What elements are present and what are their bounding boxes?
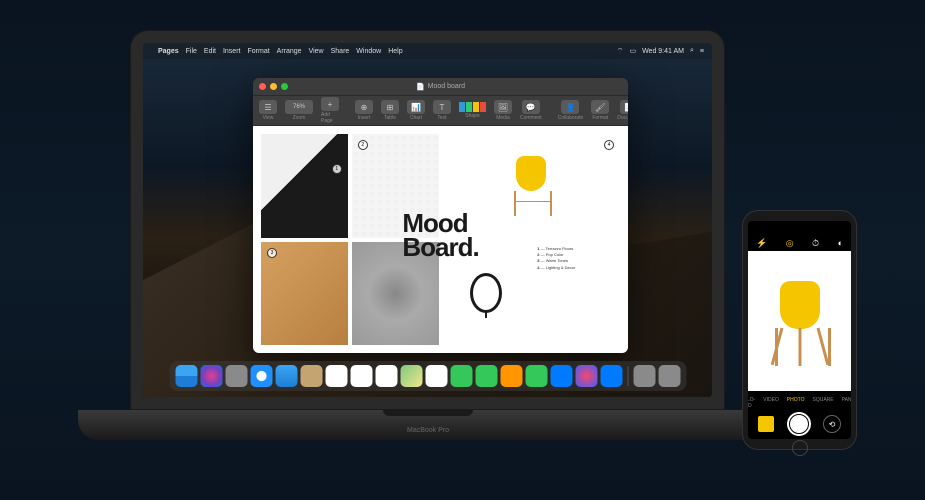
dock-icon-safari[interactable] [250,365,272,387]
macbook-screen: Pages File Edit Insert Format Arrange Vi… [143,43,712,397]
macbook-base: MacBook Pro [78,410,778,440]
dock-icon-maps[interactable] [400,365,422,387]
dock-separator [627,366,628,386]
dock-icon-siri[interactable] [200,365,222,387]
shutter-button[interactable] [787,412,811,436]
camera-top-controls: ⚡ ◎ ⏱ ◐ [748,235,851,251]
dock-icon-photos[interactable] [425,365,447,387]
dock-icon-preferences[interactable] [633,365,655,387]
menubar-clock[interactable]: Wed 9:41 AM [642,48,684,55]
tool-zoom[interactable]: 76%Zoom [285,100,313,121]
mode-video[interactable]: VIDEO [763,397,779,409]
iphone-screen: ⚡ ◎ ⏱ ◐ SLO-MO VIDEO PHOTO SQUARE PANO ⟲ [748,221,851,439]
mode-slomo[interactable]: SLO-MO [748,397,755,409]
dock-icon-pages[interactable] [500,365,522,387]
dock-icon-appstore[interactable] [600,365,622,387]
menubar-item-share[interactable]: Share [331,48,350,55]
legend-row: 4 — Lighting & Decor [537,265,616,271]
camera-modes[interactable]: SLO-MO VIDEO PHOTO SQUARE PANO [748,397,851,409]
macbook-label: MacBook Pro [407,427,449,434]
callout-1: 1 [332,164,342,174]
document-heading[interactable]: MoodBoard. [402,212,478,259]
tool-document[interactable]: 📄Document [617,100,628,121]
dock-icon-notes[interactable] [350,365,372,387]
dock-icon-mail[interactable] [275,365,297,387]
dock-icon-itunes[interactable] [575,365,597,387]
dock-icon-contacts[interactable] [300,365,322,387]
tool-add-page[interactable]: +Add Page [321,97,339,124]
callout-3: 3 [267,248,277,258]
tool-chart[interactable]: 📊Chart [407,100,425,121]
battery-icon[interactable]: ▭ [629,47,636,55]
home-button[interactable] [792,440,808,456]
camera-flip-button[interactable]: ⟲ [823,415,841,433]
dock-icon-launchpad[interactable] [225,365,247,387]
dock-icon-reminders[interactable] [375,365,397,387]
tile-black-chair[interactable]: 1 [261,134,348,238]
timer-icon[interactable]: ⏱ [812,238,819,249]
menubar-item-format[interactable]: Format [247,48,269,55]
close-button[interactable] [259,83,266,90]
traffic-lights [259,83,288,90]
dock-icon-keynote[interactable] [550,365,572,387]
tool-collaborate[interactable]: 👤Collaborate [558,100,584,121]
tool-media[interactable]: 🖼Media [494,100,512,121]
spotlight-icon[interactable]: ⌕ [690,47,694,55]
mode-photo[interactable]: PHOTO [787,397,805,409]
tool-table[interactable]: ⊞Table [381,100,399,121]
menubar-status: ⌔ ▭ Wed 9:41 AM ⌕ ≡ [617,47,704,56]
viewfinder-subject [765,276,835,366]
pages-toolbar: ☰View 76%Zoom +Add Page ⊕Insert ⊞Table 📊… [253,96,628,126]
tile-legend[interactable]: 1 — Terrazzo Floors 2 — Pop Color 3 — Wa… [533,242,620,346]
menubar-item-help[interactable]: Help [388,48,402,55]
dock-icon-facetime[interactable] [475,365,497,387]
dock [169,361,686,391]
tool-shape[interactable]: Shape [459,102,486,119]
live-photo-icon[interactable]: ◎ [786,238,794,249]
camera-bottom-controls: ⟲ [748,409,851,439]
minimize-button[interactable] [270,83,277,90]
dock-icon-trash[interactable] [658,365,680,387]
menubar-item-file[interactable]: File [186,48,197,55]
mode-pano[interactable]: PANO [842,397,851,409]
menubar: Pages File Edit Insert Format Arrange Vi… [143,43,712,59]
dock-icon-calendar[interactable] [325,365,347,387]
iphone: ⚡ ◎ ⏱ ◐ SLO-MO VIDEO PHOTO SQUARE PANO ⟲ [742,210,857,450]
notification-center-icon[interactable]: ≡ [700,48,704,55]
window-titlebar[interactable]: Mood board [253,78,628,96]
callout-4: 4 [604,140,614,150]
tool-comment[interactable]: 💬Comment [520,100,542,121]
macbook: Pages File Edit Insert Format Arrange Vi… [130,30,725,450]
dock-icon-messages[interactable] [450,365,472,387]
macbook-bezel: Pages File Edit Insert Format Arrange Vi… [130,30,725,410]
pages-window[interactable]: Mood board ☰View 76%Zoom +Add Page ⊕Inse… [253,78,628,353]
callout-2: 2 [358,140,368,150]
mirror-image [470,273,502,313]
tile-leather-sofa[interactable]: 3 [261,242,348,346]
dock-icon-finder[interactable] [175,365,197,387]
menubar-app[interactable]: Pages [158,48,179,55]
zoom-button[interactable] [281,83,288,90]
filters-icon[interactable]: ◐ [838,238,843,248]
menubar-item-view[interactable]: View [309,48,324,55]
flash-icon[interactable]: ⚡ [756,238,767,249]
menubar-item-window[interactable]: Window [356,48,381,55]
tool-format[interactable]: 🖌Format [591,100,609,121]
tool-view[interactable]: ☰View [259,100,277,121]
menubar-item-insert[interactable]: Insert [223,48,241,55]
menubar-item-arrange[interactable]: Arrange [277,48,302,55]
menubar-item-edit[interactable]: Edit [204,48,216,55]
dock-icon-numbers[interactable] [525,365,547,387]
document-canvas[interactable]: 1 2 4 3 1 — Terrazzo Floors 2 — Pop Colo… [253,126,628,353]
yellow-chair-image [506,156,556,216]
tool-insert[interactable]: ⊕Insert [355,100,373,121]
wifi-icon[interactable]: ⌔ [617,47,624,56]
camera-viewfinder[interactable] [748,251,851,391]
last-photo-thumbnail[interactable] [758,416,774,432]
window-title: Mood board [416,83,465,91]
mode-square[interactable]: SQUARE [813,397,834,409]
tool-text[interactable]: TText [433,100,451,121]
